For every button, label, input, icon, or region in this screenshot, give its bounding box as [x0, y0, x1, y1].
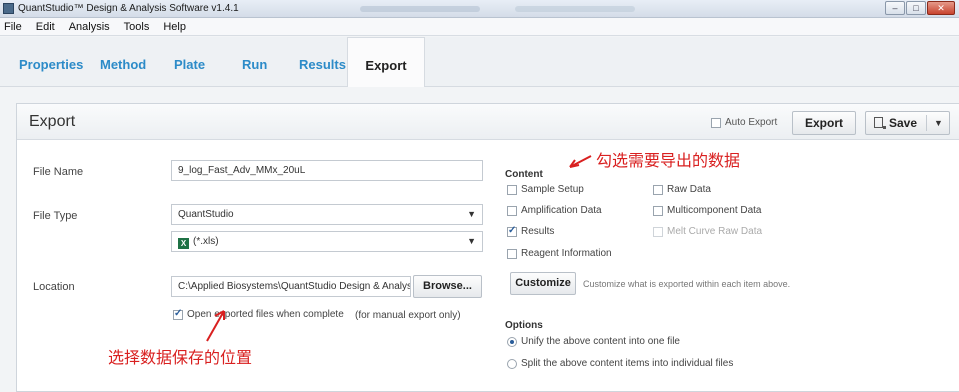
blurred-title-region [515, 6, 635, 12]
tab-export[interactable]: Export [347, 37, 425, 87]
window-title: QuantStudio™ Design & Analysis Software … [18, 3, 239, 14]
close-button[interactable]: ✕ [927, 1, 955, 15]
title-bar: QuantStudio™ Design & Analysis Software … [0, 0, 959, 18]
menu-bar: File Edit Analysis Tools Help [0, 18, 959, 36]
blurred-title-region [360, 6, 480, 12]
menu-edit[interactable]: Edit [36, 21, 55, 33]
window-controls: – □ ✕ [885, 1, 955, 15]
menu-analysis[interactable]: Analysis [69, 21, 110, 33]
tab-results[interactable]: Results [299, 57, 346, 72]
workflow-tabs: Properties Method Plate Run Results Expo… [0, 37, 959, 87]
menu-tools[interactable]: Tools [124, 21, 150, 33]
location-annotation-text: 选择数据保存的位置 [108, 348, 253, 367]
content-annotation-text: 勾选需要导出的数据 [596, 151, 741, 170]
tab-run[interactable]: Run [242, 57, 267, 72]
export-panel: Export Auto Export Export Save ▼ File Na… [16, 103, 959, 392]
minimize-button[interactable]: – [885, 1, 905, 15]
maximize-button[interactable]: □ [906, 1, 926, 15]
menu-file[interactable]: File [4, 21, 22, 33]
tab-method[interactable]: Method [100, 57, 146, 72]
tab-properties[interactable]: Properties [19, 57, 83, 72]
app-icon [3, 3, 14, 14]
tab-plate[interactable]: Plate [174, 57, 205, 72]
menu-help[interactable]: Help [163, 21, 186, 33]
